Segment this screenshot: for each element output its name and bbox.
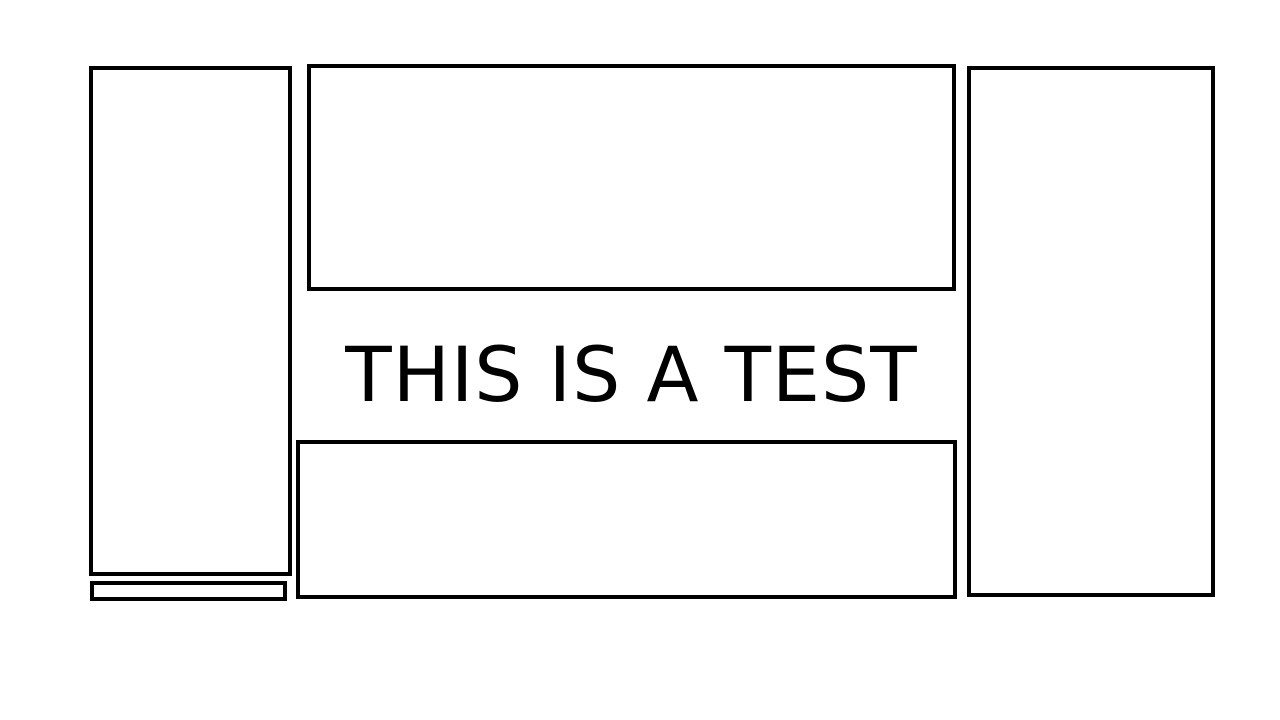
left-panel <box>89 66 292 576</box>
bottom-center-panel <box>296 440 957 599</box>
left-bar <box>90 581 287 601</box>
top-center-panel <box>307 64 956 291</box>
right-panel <box>967 66 1215 597</box>
center-caption: THIS IS A TEST <box>345 330 918 419</box>
